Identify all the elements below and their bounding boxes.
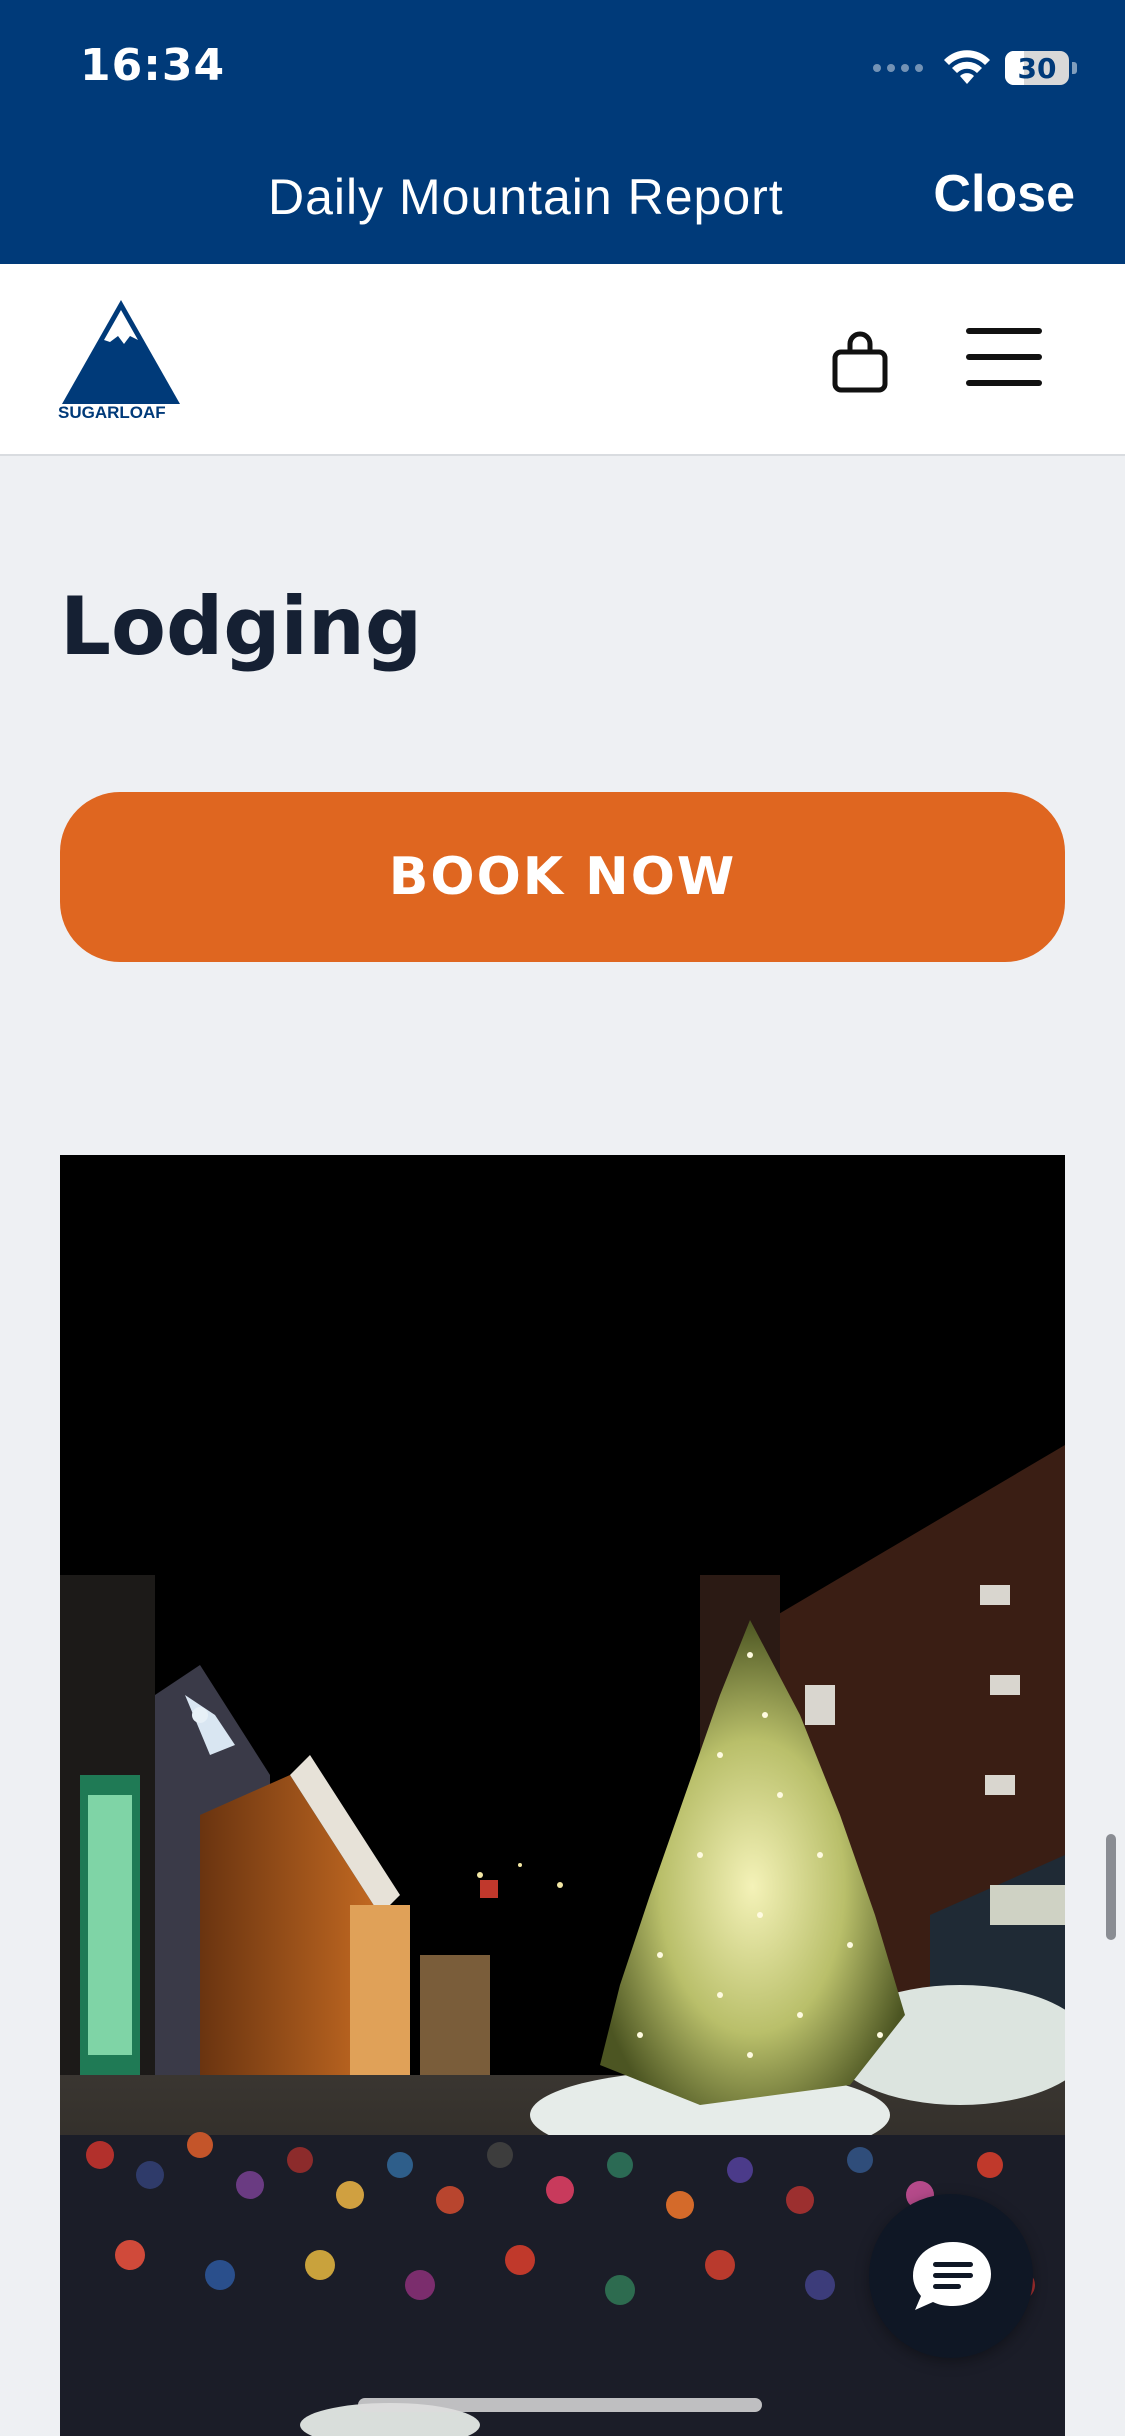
shopping-bag-icon[interactable] <box>830 330 890 394</box>
cellular-signal-icon <box>873 64 923 72</box>
battery-percent: 30 <box>1017 51 1057 85</box>
chat-button[interactable] <box>869 2194 1033 2358</box>
webview-header: 16:34 30 Daily Mountain Report Close <box>0 0 1125 264</box>
status-time: 16:34 <box>80 40 226 91</box>
battery-icon: 30 <box>1005 51 1069 85</box>
sugarloaf-logo[interactable] <box>58 296 184 420</box>
page-title: Lodging <box>60 580 423 673</box>
home-indicator[interactable] <box>358 2398 762 2412</box>
webview-title: Daily Mountain Report <box>268 169 784 225</box>
scrollbar[interactable] <box>1106 1834 1116 1940</box>
status-indicators: 30 <box>873 44 1077 92</box>
site-header: SUGARLOAF <box>0 264 1125 456</box>
battery-tip <box>1072 62 1077 74</box>
logo-wordmark: SUGARLOAF <box>58 403 166 422</box>
close-button[interactable]: Close <box>933 164 1075 224</box>
wifi-icon <box>944 50 990 84</box>
chat-bubble-icon <box>913 2242 991 2310</box>
menu-icon[interactable] <box>964 322 1044 392</box>
book-now-button[interactable]: BOOK NOW <box>60 792 1065 962</box>
app-screen: 16:34 30 Daily Mountain Report Close SUG… <box>0 0 1125 2436</box>
